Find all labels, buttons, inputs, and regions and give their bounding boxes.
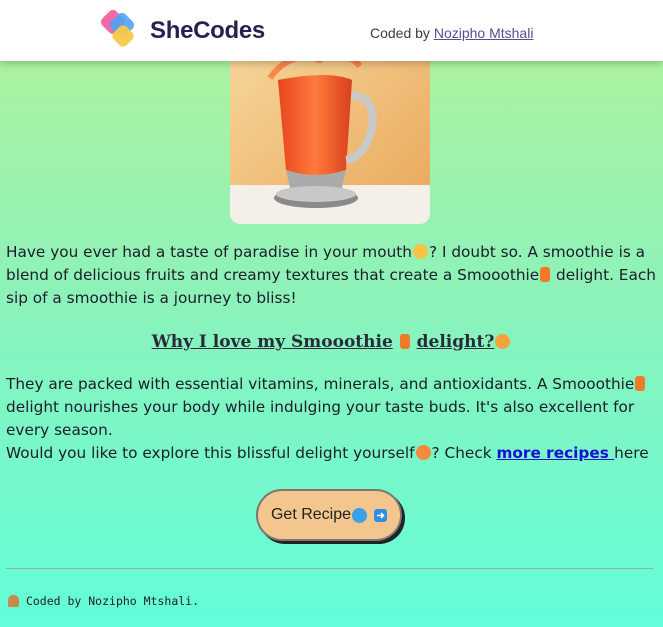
footer-text: Coded by Nozipho Mtshali.: [25, 594, 200, 608]
tongue-face-emoji-icon: [415, 445, 431, 460]
body-text-3: Would you like to explore this blissful …: [6, 444, 415, 462]
person-emoji-icon: [8, 595, 19, 607]
heading-text-end: delight?: [416, 332, 495, 352]
top-bar: SheCodes Coded by Nozipho Mtshali: [0, 0, 663, 61]
smoothie-blender-image: [230, 40, 430, 224]
bowl-emoji-icon: [352, 507, 368, 523]
carrot-emoji-icon: [399, 334, 410, 349]
get-recipe-button[interactable]: Get Recipe: [256, 489, 402, 541]
right-arrow-icon: [374, 508, 388, 522]
carrot-emoji-icon: [635, 376, 646, 391]
more-recipes-link[interactable]: more recipes: [496, 444, 614, 462]
intro-paragraph: Have you ever had a taste of paradise in…: [6, 241, 656, 310]
heading-text: Why I love my Smooothie: [151, 332, 393, 352]
header-credit: Coded by Nozipho Mtshali: [370, 25, 533, 41]
author-link[interactable]: Nozipho Mtshali: [434, 25, 534, 41]
brand-name: SheCodes: [150, 17, 265, 44]
shecodes-logo: [100, 9, 135, 47]
yum-face-emoji-icon: [412, 244, 428, 259]
hugging-face-emoji-icon: [495, 334, 511, 349]
body-text-4: ? Check: [431, 444, 497, 462]
credit-prefix: Coded by: [370, 25, 430, 41]
get-recipe-label: Get Recipe: [270, 506, 352, 523]
body-paragraph: They are packed with essential vitamins,…: [6, 373, 656, 465]
footer-divider: [6, 568, 653, 569]
body-text-2: delight nourishes your body while indulg…: [6, 398, 635, 439]
intro-text-1: Have you ever had a taste of paradise in…: [6, 243, 412, 261]
body-text-5: here: [614, 444, 649, 462]
section-heading: Why I love my Smooothie delight?: [0, 332, 663, 352]
carrot-emoji-icon: [540, 267, 551, 282]
footer: Coded by Nozipho Mtshali.: [8, 594, 199, 608]
body-text-1: They are packed with essential vitamins,…: [6, 375, 635, 393]
